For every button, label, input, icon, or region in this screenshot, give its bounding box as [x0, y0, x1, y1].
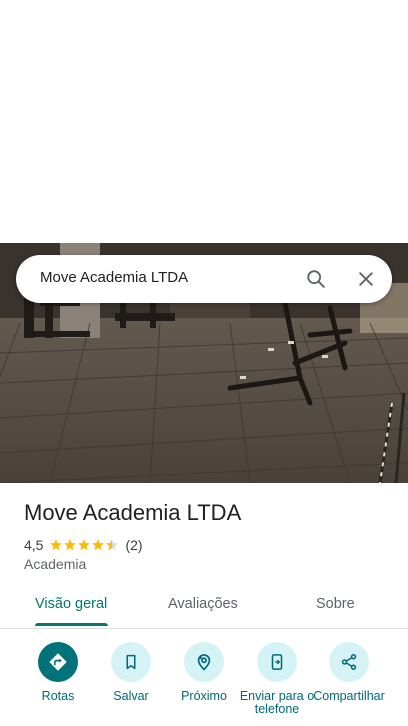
search-query-text[interactable]: Move Academia LTDA — [40, 269, 188, 286]
star-full-icon — [64, 539, 77, 551]
nearby-button-circle[interactable] — [184, 642, 224, 682]
search-icon — [307, 270, 325, 288]
send-to-phone-button-circle[interactable] — [257, 642, 297, 682]
search-bar[interactable]: Move Academia LTDA — [16, 255, 392, 303]
save-label: Salvar — [113, 689, 149, 703]
star-full-icon — [92, 539, 105, 551]
rating-stars — [49, 538, 119, 552]
nearby-icon — [197, 654, 211, 671]
tab-overview[interactable]: Visão geral — [35, 586, 107, 628]
close-icon — [359, 272, 373, 286]
nearby-label: Próximo — [181, 689, 227, 703]
rating-value: 4,5 — [24, 537, 44, 553]
tab-reviews[interactable]: Avaliações — [168, 586, 238, 628]
share-button-circle[interactable] — [329, 642, 369, 682]
save-button-circle[interactable] — [111, 642, 151, 682]
send-to-phone-label: Enviar para o telefone — [239, 689, 315, 716]
directions-label: Rotas — [41, 689, 75, 703]
send-to-phone-icon — [271, 654, 283, 670]
rating-summary[interactable]: 4,5 (2) — [24, 536, 143, 554]
star-half-icon — [106, 539, 119, 551]
star-full-icon — [50, 539, 63, 551]
active-tab-indicator — [35, 623, 108, 626]
tab-about[interactable]: Sobre — [316, 586, 355, 628]
share-icon — [341, 654, 357, 670]
action-buttons: Rotas Salvar Próximo Enviar para o telef… — [0, 642, 408, 726]
star-full-icon — [78, 539, 91, 551]
directions-icon — [49, 653, 67, 671]
directions-button-circle[interactable] — [38, 642, 78, 682]
place-category[interactable]: Academia — [24, 556, 86, 572]
place-title: Move Academia LTDA — [24, 500, 242, 525]
nearby-button[interactable]: Próximo — [166, 642, 242, 703]
save-button[interactable]: Salvar — [93, 642, 169, 703]
share-button[interactable]: Compartilhar — [311, 642, 387, 703]
share-label: Compartilhar — [313, 689, 385, 703]
review-count: (2) — [125, 537, 143, 553]
directions-button[interactable]: Rotas — [20, 642, 96, 703]
clear-search-button[interactable] — [352, 265, 380, 293]
search-button[interactable] — [302, 265, 330, 293]
send-to-phone-button[interactable]: Enviar para o telefone — [239, 642, 315, 716]
bookmark-icon — [126, 654, 136, 670]
